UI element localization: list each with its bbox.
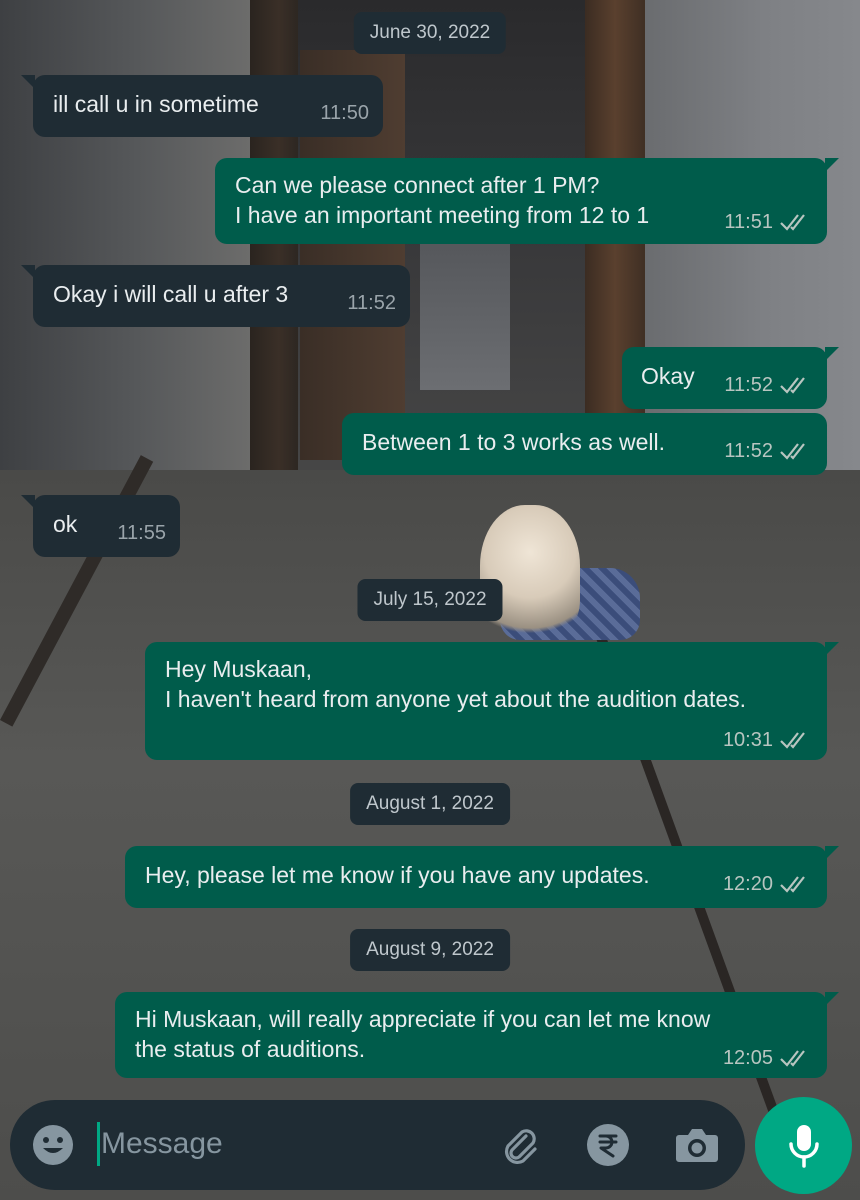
message-time: 11:55 — [117, 522, 166, 544]
message-meta: 11:52 — [724, 373, 811, 397]
message-bubble-outgoing[interactable]: Hi Muskaan, will really appreciate if yo… — [115, 992, 839, 1078]
message-meta: 12:05 — [723, 1046, 811, 1070]
message-meta: 10:31 — [723, 728, 811, 752]
message-text: Hi Muskaan, will really appreciate if yo… — [135, 1006, 711, 1032]
text-cursor — [97, 1122, 100, 1166]
message-time: 12:20 — [722, 873, 773, 895]
rupee-payment-icon[interactable] — [585, 1122, 631, 1168]
message-text: I have an important meeting from 12 to 1 — [235, 202, 650, 228]
message-text: Okay i will call u after 3 — [53, 281, 289, 307]
message-meta: 11:50 — [320, 101, 369, 125]
message-text: ill call u in sometime — [53, 91, 259, 117]
mic-button[interactable] — [755, 1097, 852, 1194]
camera-icon[interactable] — [672, 1124, 722, 1166]
message-time: 11:52 — [347, 292, 396, 314]
message-time: 11:50 — [320, 102, 369, 124]
message-text: Between 1 to 3 works as well. — [362, 429, 665, 455]
message-text: Hey Muskaan, — [165, 656, 313, 682]
message-input[interactable]: Message — [101, 1124, 223, 1164]
message-list[interactable]: June 30, 2022 ill call u in sometime 11:… — [0, 0, 860, 1095]
message-text: Can we please connect after 1 PM? — [235, 172, 600, 198]
message-bubble-outgoing[interactable]: Hey, please let me know if you have any … — [125, 846, 839, 908]
message-time: 12:05 — [722, 1047, 773, 1069]
read-receipt-icon — [780, 876, 805, 893]
read-receipt-icon — [780, 443, 805, 460]
message-time: 11:51 — [724, 211, 773, 233]
read-receipt-icon — [780, 377, 805, 394]
date-divider: August 9, 2022 — [350, 929, 510, 971]
message-text: the status of auditions. — [135, 1036, 366, 1062]
message-text: Okay — [641, 363, 695, 389]
read-receipt-icon — [780, 214, 805, 231]
message-bubble-incoming[interactable]: ok 11:55 — [21, 495, 180, 557]
message-bubble-outgoing[interactable]: Hey Muskaan, I haven't heard from anyone… — [145, 642, 839, 760]
message-time: 11:52 — [724, 374, 773, 396]
message-text: Hey, please let me know if you have any … — [145, 862, 650, 888]
message-bubble-outgoing[interactable]: Okay 11:52 — [622, 347, 839, 409]
message-text: I haven't heard from anyone yet about th… — [165, 686, 747, 712]
message-bubble-incoming[interactable]: ill call u in sometime 11:50 — [21, 75, 383, 137]
message-meta: 11:52 — [724, 439, 811, 463]
read-receipt-icon — [780, 732, 805, 749]
mic-icon — [788, 1124, 819, 1168]
emoji-icon[interactable] — [28, 1123, 78, 1167]
date-divider: July 15, 2022 — [357, 579, 503, 621]
date-divider: June 30, 2022 — [353, 12, 507, 54]
message-time: 10:31 — [722, 729, 773, 751]
message-meta: 11:55 — [117, 521, 166, 545]
message-bubble-outgoing[interactable]: Between 1 to 3 works as well. 11:52 — [342, 413, 827, 475]
message-meta: 11:51 — [724, 210, 811, 234]
attach-icon[interactable] — [494, 1120, 544, 1170]
message-meta: 11:52 — [347, 291, 396, 315]
message-bubble-outgoing[interactable]: Can we please connect after 1 PM? I have… — [215, 158, 839, 244]
message-bubble-incoming[interactable]: Okay i will call u after 3 11:52 — [21, 265, 410, 327]
read-receipt-icon — [780, 1050, 805, 1067]
date-divider: August 1, 2022 — [350, 783, 510, 825]
message-text: ok — [53, 511, 78, 537]
message-time: 11:52 — [724, 440, 773, 462]
message-meta: 12:20 — [723, 872, 811, 896]
